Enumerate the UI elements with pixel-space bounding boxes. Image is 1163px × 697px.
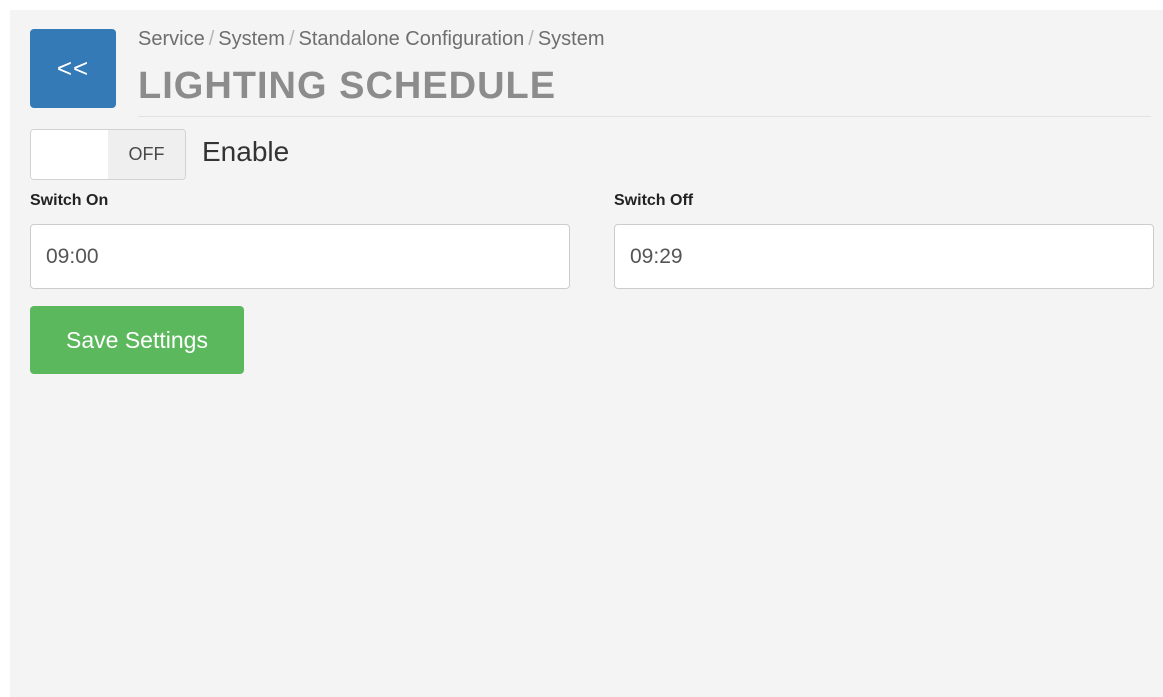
enable-toggle-switch[interactable]: OFF bbox=[30, 129, 186, 180]
content-panel: << Service / System / Standalone Configurati… bbox=[10, 10, 1163, 697]
breadcrumb-separator: / bbox=[208, 28, 215, 50]
switch-off-label: Switch Off bbox=[614, 192, 694, 209]
switch-off-input[interactable] bbox=[614, 224, 1154, 289]
breadcrumb-item-system[interactable]: System bbox=[218, 28, 285, 50]
toggle-handle[interactable] bbox=[31, 130, 107, 179]
toggle-off-label: OFF bbox=[108, 130, 185, 179]
back-button[interactable]: << bbox=[30, 29, 116, 108]
breadcrumb-item-service[interactable]: Service bbox=[138, 28, 205, 50]
breadcrumb: Service / System / Standalone Configuration /… bbox=[138, 28, 605, 51]
header-divider bbox=[138, 116, 1151, 117]
switch-on-input[interactable] bbox=[30, 224, 570, 289]
breadcrumb-separator: / bbox=[288, 28, 295, 50]
switch-on-label: Switch On bbox=[30, 192, 109, 209]
enable-label: Enable bbox=[202, 136, 290, 167]
page-title: LIGHTING SCHEDULE bbox=[138, 65, 557, 107]
save-settings-button[interactable]: Save Settings bbox=[30, 306, 244, 374]
breadcrumb-item-standalone-configuration[interactable]: Standalone Configuration bbox=[299, 28, 525, 50]
breadcrumb-item-system-current: System bbox=[537, 28, 605, 50]
breadcrumb-separator: / bbox=[528, 28, 534, 50]
